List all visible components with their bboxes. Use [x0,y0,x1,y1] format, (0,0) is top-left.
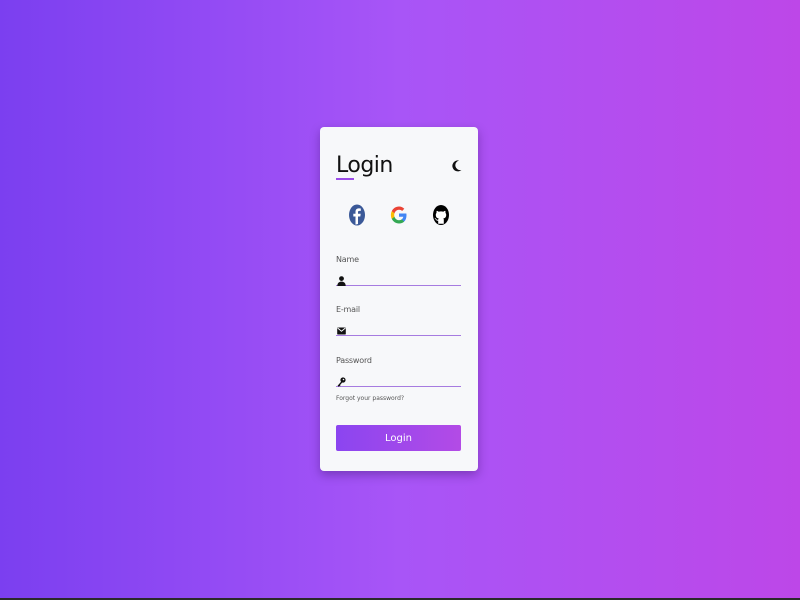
login-card: Login Name E-mail Password Forgot your p… [320,127,478,471]
name-field: Name [336,255,461,286]
password-input[interactable] [350,371,460,386]
google-icon[interactable] [390,204,408,226]
email-input-row [336,320,461,336]
social-login-row [320,204,478,226]
page-title: Login [336,153,393,178]
user-icon [337,273,346,286]
card-header: Login [336,151,462,185]
key-icon [337,374,346,387]
envelope-icon [337,323,346,335]
password-input-row [336,371,461,387]
name-label: Name [336,255,359,264]
email-field: E-mail [336,305,461,336]
forgot-password-link[interactable]: Forgot your password? [336,395,404,402]
title-underline [336,178,354,180]
name-input-row [336,270,461,286]
password-field: Password [336,356,461,387]
moon-icon[interactable] [452,159,462,172]
email-label: E-mail [336,305,360,314]
password-label: Password [336,356,372,365]
email-input[interactable] [350,320,460,335]
facebook-icon[interactable] [348,204,366,226]
login-button[interactable]: Login [336,425,461,451]
github-icon[interactable] [432,204,450,226]
name-input[interactable] [350,270,460,285]
